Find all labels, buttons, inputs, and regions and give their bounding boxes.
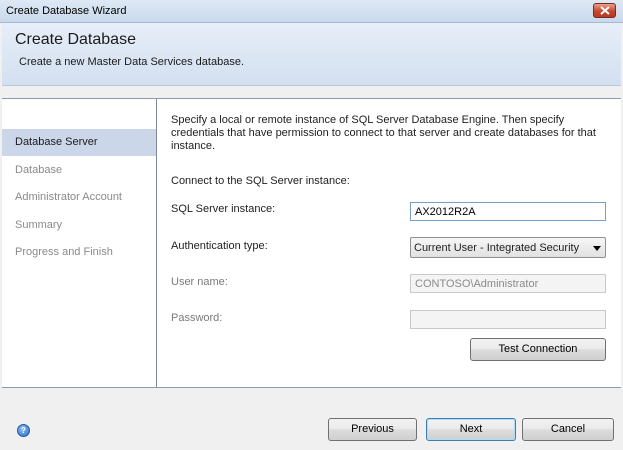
previous-button[interactable]: Previous xyxy=(328,418,417,441)
divider xyxy=(2,387,621,388)
authentication-type-select[interactable]: Current User - Integrated Security xyxy=(410,237,606,258)
intro-text: Specify a local or remote instance of SQ… xyxy=(171,114,596,152)
close-icon xyxy=(600,6,610,15)
page-title: Create Database xyxy=(15,31,136,48)
nav-item-summary[interactable]: Summary xyxy=(2,212,156,239)
help-icon[interactable]: ? xyxy=(17,424,30,437)
wizard-header: Create Database Create a new Master Data… xyxy=(2,23,621,86)
next-button[interactable]: Next xyxy=(426,418,516,441)
auth-type-value: Current User - Integrated Security xyxy=(414,242,580,254)
section-heading: Connect to the SQL Server instance: xyxy=(171,175,350,187)
nav-item-progress-and-finish[interactable]: Progress and Finish xyxy=(2,239,156,266)
instance-label: SQL Server instance: xyxy=(171,203,276,215)
username-label: User name: xyxy=(171,276,228,288)
auth-type-label: Authentication type: xyxy=(171,240,268,252)
cancel-button[interactable]: Cancel xyxy=(522,418,614,441)
chevron-down-icon xyxy=(593,246,601,251)
title-bar: Create Database Wizard xyxy=(0,0,623,23)
wizard-content: Specify a local or remote instance of SQ… xyxy=(157,99,621,387)
nav-item-database[interactable]: Database xyxy=(2,157,156,184)
page-subtitle: Create a new Master Data Services databa… xyxy=(19,56,245,68)
test-connection-button[interactable]: Test Connection xyxy=(470,338,606,361)
wizard-steps-nav: Database Server Database Administrator A… xyxy=(2,99,156,387)
nav-item-database-server[interactable]: Database Server xyxy=(2,129,156,156)
window-title: Create Database Wizard xyxy=(6,5,127,17)
password-field[interactable] xyxy=(410,310,606,329)
username-field[interactable] xyxy=(410,274,606,293)
close-button[interactable] xyxy=(593,3,616,18)
password-label: Password: xyxy=(171,312,223,324)
sql-server-instance-input[interactable] xyxy=(410,202,606,221)
nav-item-administrator-account[interactable]: Administrator Account xyxy=(2,184,156,211)
